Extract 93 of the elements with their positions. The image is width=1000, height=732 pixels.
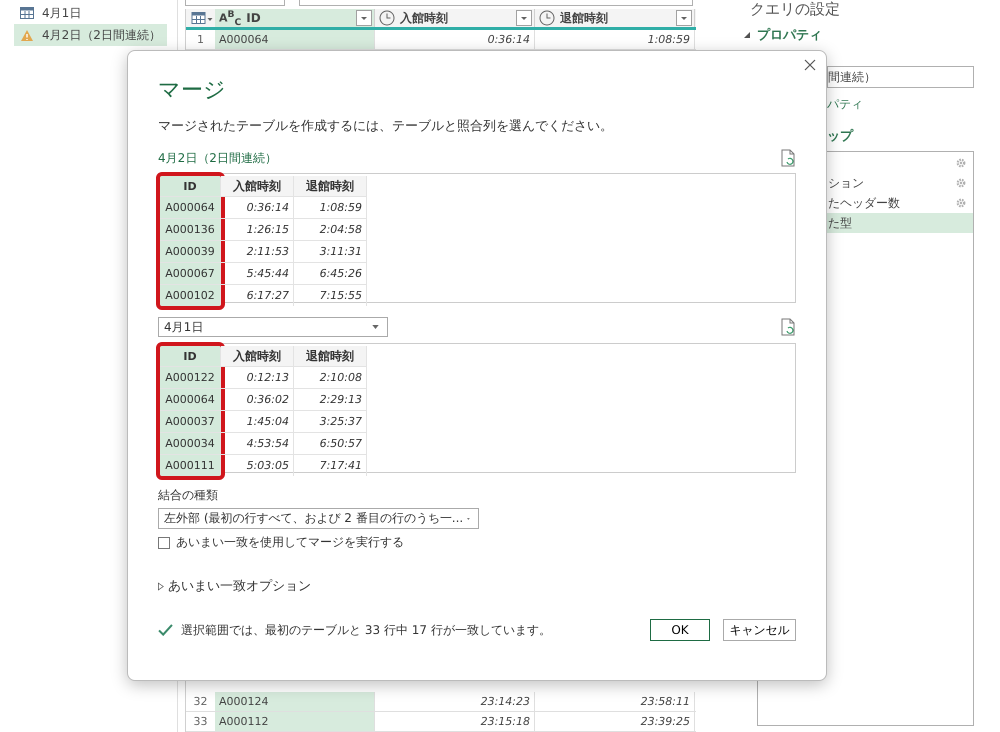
table-cell: 2:11:53 [221, 240, 293, 262]
column-header[interactable]: 退館時刻 [535, 9, 695, 27]
column-name: ID [246, 11, 262, 25]
refresh-file-icon[interactable] [780, 149, 796, 167]
warning-icon [20, 28, 34, 42]
table-cell: 0:36:14 [221, 196, 293, 218]
name-field[interactable]: 間連続） [827, 66, 974, 88]
table-cell: A000112 [215, 712, 375, 731]
status-message: 選択範囲では、最初のテーブルと 33 行中 17 行が一致しています。 [181, 622, 552, 638]
table-cell: 4:53:54 [221, 432, 293, 454]
cancel-button[interactable]: キャンセル [723, 619, 796, 641]
table-cell: 1:45:04 [221, 410, 293, 432]
table-name: 4月2日（2日間連続） [158, 150, 277, 166]
query-item[interactable]: 4月2日（2日間連続） [14, 24, 167, 46]
table-icon [20, 7, 34, 19]
instruction-text: マージされたテーブルを作成するには、テーブルと照合列を選んでください。 [158, 118, 614, 135]
column-header[interactable]: 退館時刻 [294, 176, 366, 196]
step-item[interactable]: たヘッダー数 [758, 193, 973, 213]
table-cell: 6:50:57 [294, 432, 366, 454]
table-cell: A000124 [215, 692, 375, 711]
table-cell: 23:14:23 [375, 692, 535, 711]
row-number: 1 [196, 33, 205, 46]
table-cell: A000064 [215, 30, 375, 49]
clock-icon[interactable] [379, 10, 395, 26]
table-cell: 6:45:26 [294, 262, 366, 284]
table-cell: A000136 [160, 218, 220, 240]
table-cell: A000122 [160, 366, 220, 388]
table-cell: 23:58:11 [535, 692, 695, 711]
table-cell: 7:15:55 [294, 284, 366, 306]
table-cell: 6:17:27 [221, 284, 293, 306]
column-header[interactable]: 入館時刻 [221, 346, 293, 366]
ok-button[interactable]: OK [650, 619, 710, 641]
table-cell: 1:08:59 [535, 30, 695, 49]
table-cell: 0:36:02 [221, 388, 293, 410]
table-cell: 1:26:15 [221, 218, 293, 240]
filter-dropdown-icon[interactable] [516, 10, 532, 26]
checkbox[interactable] [158, 536, 170, 548]
table-cell: 2:29:13 [294, 388, 366, 410]
caret-icon [372, 325, 379, 329]
table-cell: 3:11:31 [294, 240, 366, 262]
column-header[interactable]: ID [160, 176, 220, 196]
table-cell: 3:25:37 [294, 410, 366, 432]
table-column[interactable]: 退館時刻 1:08:59 2:04:58 3:11:31 6:45:26 7:15:55 [294, 176, 367, 306]
table-cell: 2:04:58 [294, 218, 366, 240]
table-cell: 1:08:59 [294, 196, 366, 218]
panel-title: クエリの設定 [749, 0, 841, 18]
close-icon[interactable] [804, 59, 816, 71]
caret-icon [467, 516, 470, 520]
join-kind-dropdown[interactable]: 左外部 (最初の行すべて、および 2 番目の行のうち一... [158, 508, 479, 529]
table-cell: 5:45:44 [221, 262, 293, 284]
column-header[interactable]: A$^{B}$$_{C}$ ID [215, 9, 375, 27]
toolbar-field[interactable] [185, 0, 285, 6]
filter-dropdown-icon[interactable] [356, 10, 372, 26]
query-item[interactable]: 4月1日 [14, 2, 167, 24]
table-cell: 0:12:13 [221, 366, 293, 388]
checkbox-label[interactable]: あいまい一致を使用してマージを実行する [176, 534, 404, 551]
refresh-file-icon[interactable] [780, 318, 796, 336]
table-cell: A000102 [160, 284, 220, 306]
table-cell: A000034 [160, 432, 220, 454]
row-number: 33 [192, 715, 208, 728]
clock-icon[interactable] [539, 10, 555, 26]
table-cell: 7:17:41 [294, 454, 366, 476]
table-column[interactable]: 退館時刻 2:10:08 2:29:13 3:25:37 6:50:57 7:17:41 [294, 346, 367, 476]
table-cell: A000064 [160, 388, 220, 410]
table-cell: 23:15:18 [375, 712, 535, 731]
table-column[interactable]: 入館時刻 0:12:13 0:36:02 1:45:04 4:53:54 5:03:05 [221, 346, 294, 476]
column-header[interactable]: ID [160, 346, 220, 366]
table-cell: A000039 [160, 240, 220, 262]
table-cell: A000067 [160, 262, 220, 284]
table-cell: 2:10:08 [294, 366, 366, 388]
all-properties-link[interactable]: パティ [827, 97, 863, 111]
fuzzy-options-expander[interactable]: あいまい一致オプション [158, 577, 311, 595]
section-heading: プロパティ [757, 26, 822, 44]
join-kind-label: 結合の種類 [158, 487, 219, 504]
column-header[interactable]: 入館時刻 [221, 176, 293, 196]
section-heading: ップ [827, 129, 853, 144]
table-cell: A000111 [160, 454, 220, 476]
row-number: 32 [192, 695, 208, 708]
table-cell: A000064 [160, 196, 220, 218]
collapse-triangle-icon[interactable] [743, 31, 751, 39]
table-column[interactable]: 入館時刻 0:36:14 1:26:15 2:11:53 5:45:44 6:17:27 [221, 176, 294, 306]
column-name: 退館時刻 [560, 10, 609, 26]
dialog-title: マージ [158, 77, 227, 105]
table-dropdown[interactable]: 4月1日 [158, 317, 388, 337]
table-cell: 5:03:05 [221, 454, 293, 476]
column-header[interactable]: 入館時刻 [375, 9, 535, 27]
table-cell: 23:39:25 [535, 712, 695, 731]
table-cell: 0:36:14 [375, 30, 535, 49]
column-header[interactable]: 退館時刻 [294, 346, 366, 366]
table-cell: A000037 [160, 410, 220, 432]
step-item[interactable]: ション [758, 173, 973, 193]
column-name: 入館時刻 [400, 10, 449, 26]
filter-dropdown-icon[interactable] [676, 10, 692, 26]
